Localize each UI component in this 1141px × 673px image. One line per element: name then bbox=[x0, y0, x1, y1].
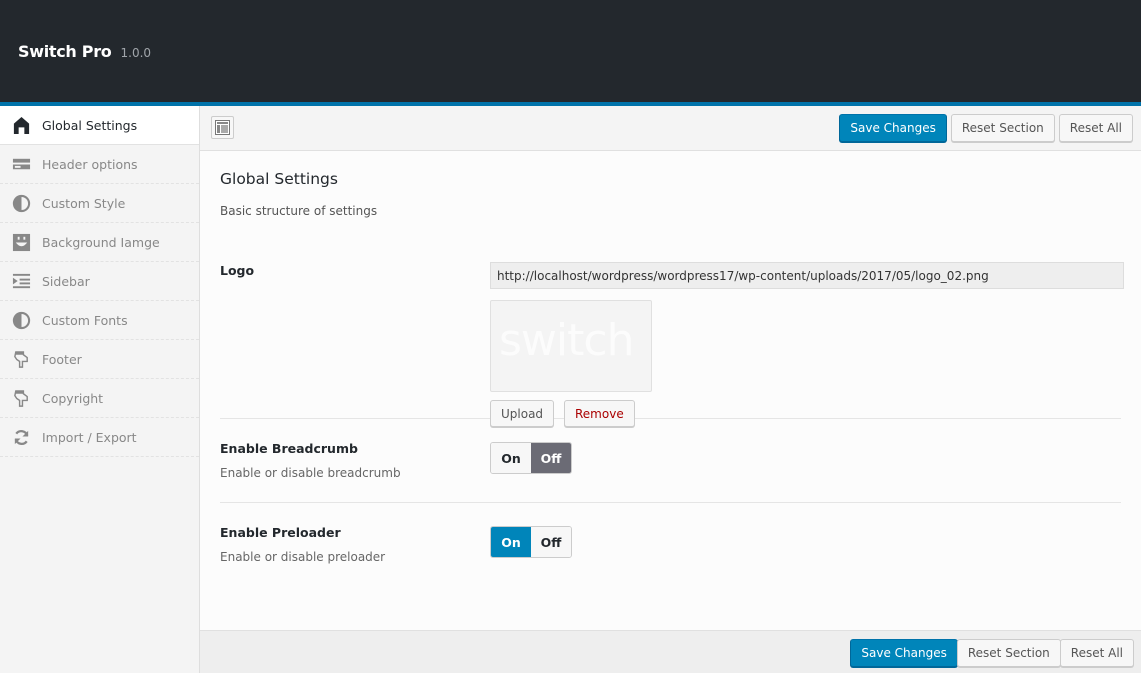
sidebar-item-global-settings[interactable]: Global Settings bbox=[0, 106, 199, 145]
smiley-icon bbox=[12, 233, 31, 252]
breadcrumb-switch[interactable]: On Off bbox=[490, 442, 572, 474]
contrast-icon bbox=[12, 311, 31, 330]
sidebar-item-label: Import / Export bbox=[42, 429, 137, 445]
breadcrumb-field-description: Enable or disable breadcrumb bbox=[220, 466, 401, 480]
hand-pointer-icon bbox=[12, 350, 31, 369]
footer-reset-all-button[interactable]: Reset All bbox=[1059, 639, 1134, 667]
sidebar: Global Settings Header options Custom St… bbox=[0, 106, 200, 673]
reset-all-button[interactable]: Reset All bbox=[1058, 114, 1133, 142]
hand-pointer-icon bbox=[12, 389, 31, 408]
bottom-toolbar: Save Changes Reset Section Reset All bbox=[200, 630, 1141, 673]
footer-actions: Save Changes Reset Section Reset All bbox=[850, 639, 1134, 667]
sidebar-item-label: Sidebar bbox=[42, 273, 90, 289]
app-title: Switch Pro bbox=[18, 42, 112, 61]
logo-preview-text: switch bbox=[499, 315, 634, 366]
sidebar-item-sidebar[interactable]: Sidebar bbox=[0, 262, 199, 301]
breadcrumb-field: Enable Breadcrumb Enable or disable brea… bbox=[220, 419, 1121, 503]
sidebar-item-background-image[interactable]: Background Iamge bbox=[0, 223, 199, 262]
layout-icon bbox=[215, 120, 230, 135]
footer-reset-section-button[interactable]: Reset Section bbox=[956, 639, 1061, 667]
section-content: Global Settings Basic structure of setti… bbox=[200, 151, 1141, 587]
preloader-field: Enable Preloader Enable or disable prelo… bbox=[220, 503, 1121, 587]
settings-panel: Save Changes Reset Section Reset All Glo… bbox=[200, 106, 1141, 673]
credit-card-icon bbox=[12, 155, 31, 174]
preloader-field-title: Enable Preloader bbox=[220, 525, 341, 540]
breadcrumb-off-option[interactable]: Off bbox=[531, 443, 571, 473]
breadcrumb-field-title: Enable Breadcrumb bbox=[220, 441, 358, 456]
logo-field: Logo switch Upload Remove bbox=[220, 252, 1124, 427]
top-header: Switch Pro 1.0.0 bbox=[0, 0, 1141, 102]
sidebar-item-label: Custom Style bbox=[42, 195, 126, 211]
logo-preview-image: switch bbox=[490, 300, 652, 392]
preloader-switch[interactable]: On Off bbox=[490, 526, 572, 558]
refresh-icon bbox=[12, 428, 31, 447]
sidebar-item-copyright[interactable]: Copyright bbox=[0, 379, 199, 418]
sidebar-item-custom-fonts[interactable]: Custom Fonts bbox=[0, 301, 199, 340]
contrast-icon bbox=[12, 194, 31, 213]
sidebar-item-label: Copyright bbox=[42, 390, 104, 406]
app-version: 1.0.0 bbox=[120, 46, 152, 60]
sidebar-item-label: Footer bbox=[42, 351, 82, 367]
sidebar-item-label: Header options bbox=[42, 156, 138, 172]
sidebar-item-label: Custom Fonts bbox=[42, 312, 128, 328]
logo-url-input[interactable] bbox=[490, 262, 1124, 289]
sidebar-item-label: Background Iamge bbox=[42, 234, 160, 250]
footer-save-changes-button[interactable]: Save Changes bbox=[850, 639, 958, 667]
logo-field-title: Logo bbox=[220, 263, 255, 278]
section-description: Basic structure of settings bbox=[220, 204, 378, 218]
top-toolbar: Save Changes Reset Section Reset All bbox=[200, 106, 1141, 151]
save-changes-button[interactable]: Save Changes bbox=[839, 114, 947, 142]
preloader-field-description: Enable or disable preloader bbox=[220, 550, 386, 564]
sidebar-item-label: Global Settings bbox=[42, 117, 138, 133]
sidebar-item-import-export[interactable]: Import / Export bbox=[0, 418, 199, 457]
toolbar-actions: Save Changes Reset Section Reset All bbox=[839, 114, 1133, 142]
preloader-off-option[interactable]: Off bbox=[531, 527, 571, 557]
preloader-on-option[interactable]: On bbox=[491, 527, 531, 557]
reset-section-button[interactable]: Reset Section bbox=[950, 114, 1055, 142]
sidebar-item-custom-style[interactable]: Custom Style bbox=[0, 184, 199, 223]
sidebar-item-footer[interactable]: Footer bbox=[0, 340, 199, 379]
home-icon bbox=[12, 116, 31, 135]
sidebar-item-header-options[interactable]: Header options bbox=[0, 145, 199, 184]
expand-toggle-button[interactable] bbox=[211, 116, 234, 139]
section-title: Global Settings bbox=[220, 170, 338, 188]
breadcrumb-on-option[interactable]: On bbox=[491, 443, 531, 473]
indent-icon bbox=[12, 272, 31, 291]
brand: Switch Pro 1.0.0 bbox=[18, 42, 151, 61]
